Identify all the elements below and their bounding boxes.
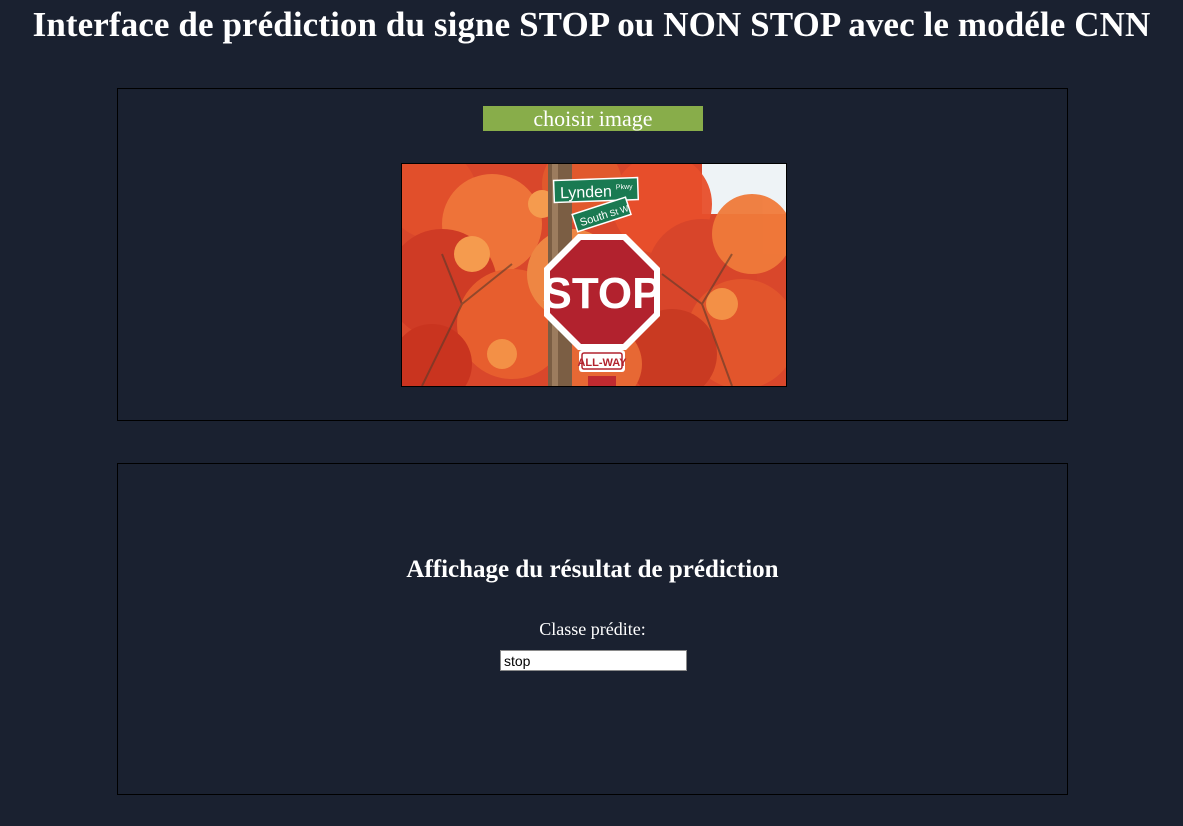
street-sign-lynden-suffix: Pkwy [616,184,633,192]
page-title: Interface de prédiction du signe STOP ou… [32,5,1151,44]
choose-image-button[interactable]: choisir image [483,106,703,131]
image-preview: Lynden Pkwy South St W STOP ALL-WAY [401,163,787,387]
upload-panel: choisir image Lynden Pkwy South St W STO… [117,88,1068,421]
street-sign-lynden: Lynden [560,183,612,202]
stop-sign-photo-icon: Lynden Pkwy South St W STOP ALL-WAY [402,164,786,386]
stop-sign-text: STOP [542,269,661,318]
result-panel: Affichage du résultat de prédiction Clas… [117,463,1068,795]
predicted-class-field[interactable] [500,650,687,671]
all-way-plate-text: ALL-WAY [577,357,627,369]
result-heading: Affichage du résultat de prédiction [406,556,779,583]
predicted-class-label: Classe prédite: [539,619,646,639]
